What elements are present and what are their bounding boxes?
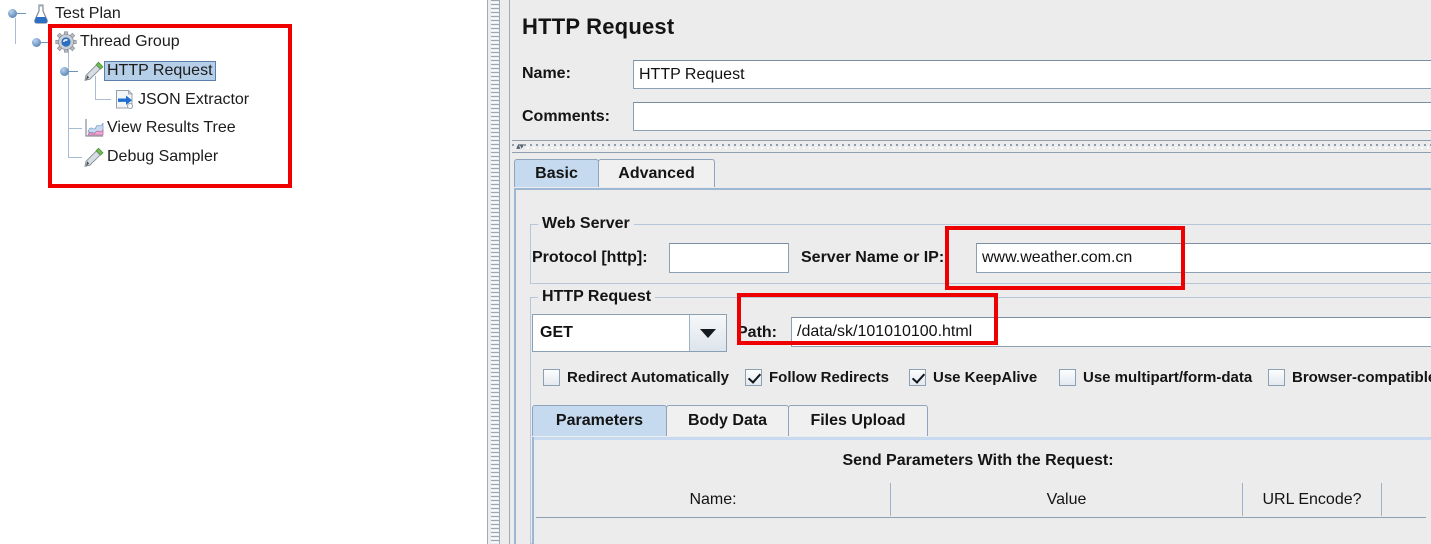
tree-connector-line: [68, 157, 82, 158]
view-results-tree-icon: [82, 117, 104, 139]
server-name-input[interactable]: www.weather.com.cn: [976, 243, 1431, 273]
tab-label: Files Upload: [810, 412, 906, 429]
tree-item-http-request[interactable]: HTTP Request: [82, 57, 216, 85]
tree-item-label: JSON Extractor: [138, 91, 250, 108]
json-extractor-icon: [113, 89, 135, 111]
checkbox-box[interactable]: [543, 369, 560, 386]
parameters-table-panel: Send Parameters With the Request: Name: …: [532, 437, 1431, 544]
send-parameters-title: Send Parameters With the Request:: [842, 452, 1114, 469]
tree-expand-handle-http-request[interactable]: [60, 65, 78, 77]
tree-item-label: Debug Sampler: [107, 148, 219, 165]
checkbox-use-multipart-form-data[interactable]: Use multipart/form-data: [1059, 369, 1252, 386]
http-sampler-pipette-icon: [82, 60, 104, 82]
main-tab-content-left-edge: [514, 190, 516, 544]
main-tab-underline: [514, 188, 1431, 190]
checkbox-label: Use multipart/form-data: [1083, 369, 1253, 386]
divider-edge-right: [499, 0, 500, 544]
column-header-extra[interactable]: [1382, 483, 1426, 516]
tree-item-label: Test Plan: [55, 5, 121, 22]
tab-files-upload[interactable]: Files Upload: [788, 405, 928, 436]
checkbox-label: Redirect Automatically: [567, 369, 729, 386]
strip-grip-dots: [512, 144, 1431, 150]
http-request-group-title: HTTP Request: [538, 288, 656, 306]
strip-line-top: [512, 140, 1431, 141]
web-server-group-title: Web Server: [538, 215, 634, 233]
checkbox-browser-compatible[interactable]: Browser-compatible: [1268, 369, 1431, 386]
checkbox-follow-redirects[interactable]: Follow Redirects: [745, 369, 889, 386]
tab-label: Basic: [535, 164, 578, 182]
column-header-name[interactable]: Name:: [536, 483, 891, 516]
name-label: Name:: [522, 65, 571, 82]
test-plan-flask-icon: [30, 3, 52, 25]
tree-connector-line: [68, 46, 69, 158]
http-method-select[interactable]: GET: [532, 314, 727, 352]
tree-connector-line: [15, 18, 16, 44]
split-pane-divider[interactable]: [487, 0, 509, 544]
checkbox-redirect-automatically[interactable]: Redirect Automatically: [543, 369, 729, 386]
checkbox-label: Use KeepAlive: [933, 369, 1038, 386]
checkbox-box[interactable]: [1268, 369, 1285, 386]
params-panel-top-band: [534, 437, 1431, 440]
checkbox-box[interactable]: [1059, 369, 1076, 386]
tree-item-debug-sampler[interactable]: Debug Sampler: [82, 143, 221, 171]
chevron-down-icon[interactable]: [689, 315, 726, 351]
tab-parameters[interactable]: Parameters: [532, 405, 667, 436]
tree-item-test-plan[interactable]: Test Plan: [30, 0, 124, 28]
tree-item-view-results-tree[interactable]: View Results Tree: [82, 114, 239, 142]
protocol-label: Protocol [http]:: [532, 249, 648, 266]
divider-edge-left: [487, 0, 488, 544]
column-header-url-encode[interactable]: URL Encode?: [1243, 483, 1382, 516]
tree-item-label: View Results Tree: [107, 119, 236, 136]
tab-basic[interactable]: Basic: [514, 159, 599, 187]
jmeter-http-request-screen: Test Plan Thread Group HTTP Request JSON…: [0, 0, 1431, 544]
tab-label: Parameters: [555, 412, 644, 429]
protocol-input[interactable]: [669, 243, 789, 273]
tab-label: Advanced: [618, 164, 695, 182]
checkbox-label: Follow Redirects: [769, 369, 890, 386]
tree-connector-line: [68, 128, 82, 129]
tree-item-json-extractor[interactable]: JSON Extractor: [113, 86, 252, 114]
debug-sampler-pipette-icon: [82, 146, 104, 168]
tab-body-data[interactable]: Body Data: [666, 405, 789, 436]
comments-label: Comments:: [522, 108, 611, 125]
path-input[interactable]: /data/sk/101010100.html: [791, 317, 1431, 347]
http-request-editor-panel: HTTP Request Name: HTTP Request Comments…: [509, 0, 1431, 544]
tab-label: Body Data: [687, 412, 768, 429]
tree-expand-handle-test-plan[interactable]: [8, 7, 26, 19]
tree-connector-line: [95, 99, 111, 100]
tab-advanced[interactable]: Advanced: [598, 159, 715, 187]
strip-line-bottom: [512, 152, 1431, 153]
test-plan-tree-panel[interactable]: Test Plan Thread Group HTTP Request JSON…: [0, 0, 487, 544]
main-tabstrip[interactable]: Basic Advanced: [514, 159, 1431, 189]
tree-item-label: Thread Group: [80, 33, 180, 50]
checkbox-box[interactable]: [745, 369, 762, 386]
strip-collapse-arrows-icon[interactable]: ▴▾: [516, 141, 542, 151]
comments-input[interactable]: [633, 102, 1431, 131]
request-sub-tabstrip[interactable]: Parameters Body Data Files Upload: [532, 405, 1430, 437]
tree-item-label: HTTP Request: [104, 61, 216, 81]
name-input[interactable]: HTTP Request: [633, 60, 1431, 89]
panel-collapse-strip[interactable]: ▴▾: [512, 140, 1431, 154]
parameters-table-header: Name: Value URL Encode?: [536, 483, 1426, 518]
checkbox-use-keepalive[interactable]: Use KeepAlive: [909, 369, 1037, 386]
page-title: HTTP Request: [522, 14, 675, 39]
column-header-value[interactable]: Value: [891, 483, 1243, 516]
checkbox-box[interactable]: [909, 369, 926, 386]
thread-group-gear-icon: [55, 31, 77, 53]
http-method-value: GET: [540, 324, 573, 341]
server-name-label: Server Name or IP:: [801, 249, 945, 266]
path-label: Path:: [737, 324, 777, 341]
tree-item-thread-group[interactable]: Thread Group: [55, 28, 183, 56]
tree-expand-handle-thread-group[interactable]: [32, 36, 50, 48]
checkbox-label: Browser-compatible: [1292, 369, 1431, 386]
